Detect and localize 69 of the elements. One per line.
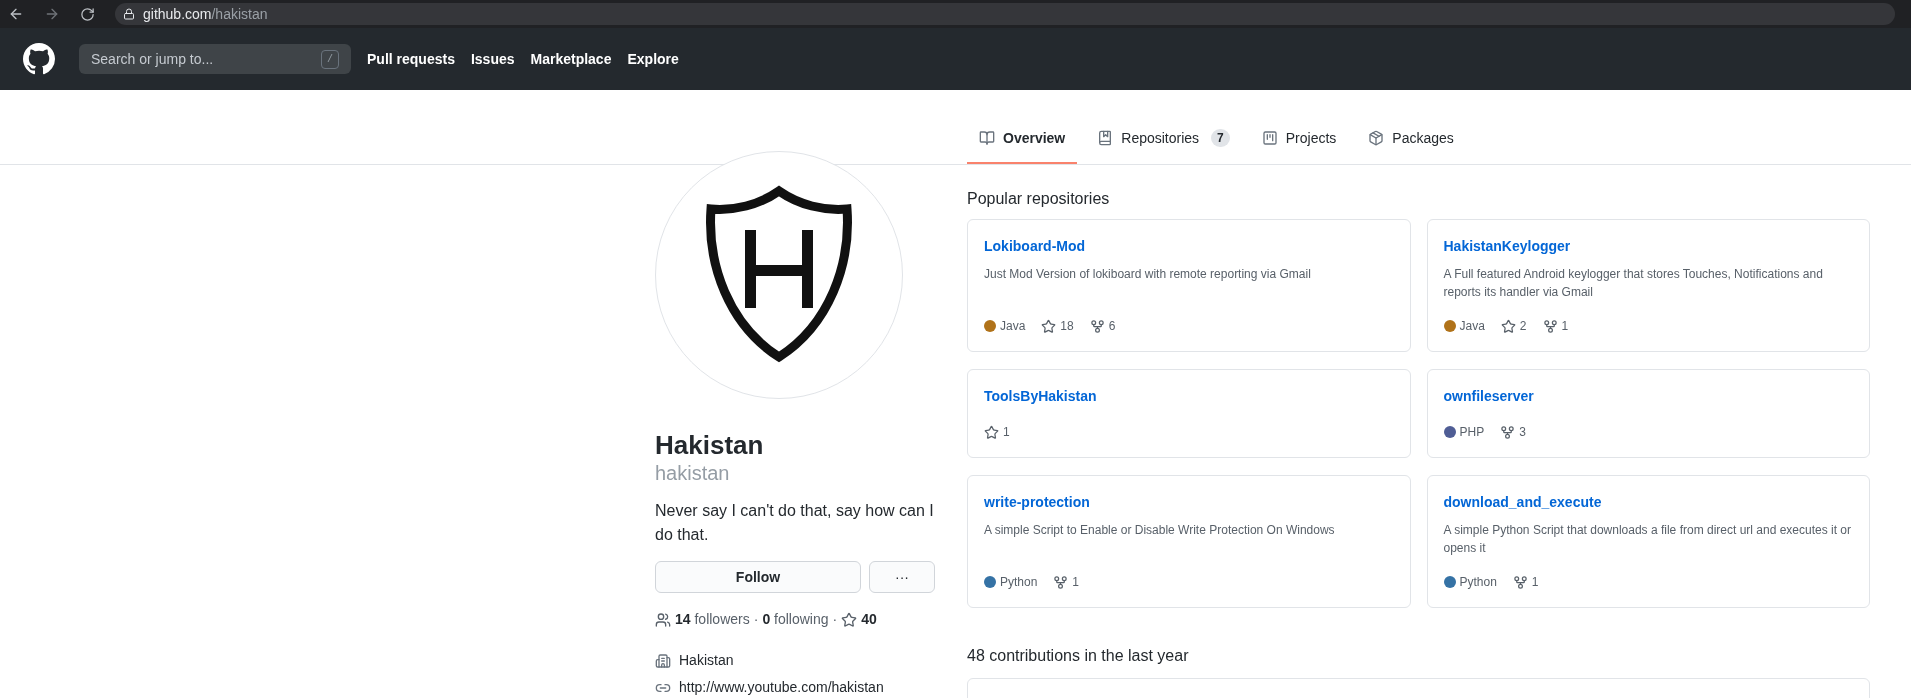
fork-icon	[1053, 574, 1069, 590]
separator: ·	[832, 610, 838, 629]
repo-description: A Full featured Android keylogger that stores Touches, Notifications and reports its handler via Gmail	[1443, 266, 1824, 301]
profile-bio: Never say I can't do that, say how can I do that.	[655, 501, 935, 545]
nav-link[interactable]: Explore	[627, 48, 679, 70]
language-label: Java	[1459, 318, 1485, 335]
language-label: Python	[1459, 574, 1497, 591]
repo-link[interactable]: download_and_execute	[1443, 492, 1602, 513]
organization-label: Hakistan	[679, 651, 734, 670]
language-label: Python	[1000, 574, 1038, 591]
fork-icon	[1542, 318, 1558, 334]
website-link[interactable]: http://www.youtube.com/hakistan	[679, 677, 884, 698]
repo-link[interactable]: write-protection	[984, 492, 1090, 513]
nav-link[interactable]: Pull requests	[367, 48, 455, 70]
following-link[interactable]: 0 following	[762, 609, 829, 630]
project-icon	[1261, 130, 1278, 146]
star-count[interactable]: 18	[1060, 317, 1074, 335]
url-text: github.com/hakistan	[143, 4, 268, 24]
star-icon	[984, 424, 999, 440]
lock-icon	[123, 8, 135, 20]
star-icon	[1500, 318, 1516, 334]
followers-link[interactable]: 14 followers	[675, 609, 750, 630]
profile-tab[interactable]: Repositories 7	[1085, 114, 1242, 164]
repo-link[interactable]: HakistanKeylogger	[1443, 236, 1571, 257]
book-icon	[979, 130, 995, 146]
section-title: Popular repositories	[967, 189, 1111, 209]
star-icon	[1041, 318, 1057, 334]
fork-count[interactable]: 1	[1531, 573, 1539, 591]
people-icon	[655, 611, 671, 628]
fork-count[interactable]: 6	[1108, 317, 1116, 335]
github-logo-icon[interactable]	[23, 43, 55, 75]
repo-description: Just Mod Version of lokiboard with remote reporting via Gmail	[984, 266, 1312, 283]
reload-icon[interactable]	[80, 6, 95, 22]
repo-link[interactable]: ToolsByHakistan	[984, 386, 1097, 407]
repo-description: A simple Script to Enable or Disable Write Protection On Windows	[984, 522, 1336, 539]
stars-link[interactable]: 40	[861, 609, 877, 630]
follow-button[interactable]: Follow	[655, 561, 861, 593]
section-title: 48 contributions in the last year	[967, 646, 1190, 666]
repo-description: A simple Python Script that downloads a file from direct url and executes it or opens it	[1443, 522, 1853, 557]
star-icon	[841, 611, 858, 628]
address-bar[interactable]: github.com/hakistan	[115, 3, 1895, 25]
fork-count[interactable]: 1	[1561, 317, 1569, 335]
language-label: Java	[1000, 318, 1026, 335]
fork-count[interactable]: 1	[1072, 573, 1080, 591]
shortcut-key: /	[321, 50, 339, 69]
star-count[interactable]: 2	[1519, 317, 1527, 335]
more-button[interactable]: ···	[869, 561, 935, 593]
forward-icon[interactable]	[44, 6, 60, 22]
separator: ·	[753, 610, 759, 629]
profile-name: Hakistan	[655, 429, 765, 461]
fork-icon	[1512, 574, 1528, 590]
fork-icon	[1089, 318, 1105, 334]
package-icon	[1368, 130, 1385, 146]
nav-link[interactable]: Issues	[470, 48, 515, 70]
profile-tab[interactable]: Packages	[1356, 114, 1466, 164]
count-badge: 7	[1211, 129, 1230, 147]
building-icon	[655, 652, 671, 669]
star-count[interactable]: 1	[1003, 423, 1010, 441]
profile-username: hakistan	[655, 461, 731, 485]
repo-link[interactable]: Lokiboard-Mod	[984, 236, 1086, 257]
fork-icon	[1500, 424, 1516, 440]
language-label: PHP	[1459, 424, 1485, 441]
repo-link[interactable]: ownfileserver	[1443, 386, 1534, 407]
profile-tab[interactable]: Projects	[1249, 114, 1349, 164]
fork-count[interactable]: 3	[1519, 423, 1526, 441]
profile-tab[interactable]: Overview	[967, 114, 1078, 164]
repo-icon	[1097, 130, 1114, 146]
back-icon[interactable]	[8, 6, 24, 22]
nav-link[interactable]: Marketplace	[530, 48, 612, 70]
